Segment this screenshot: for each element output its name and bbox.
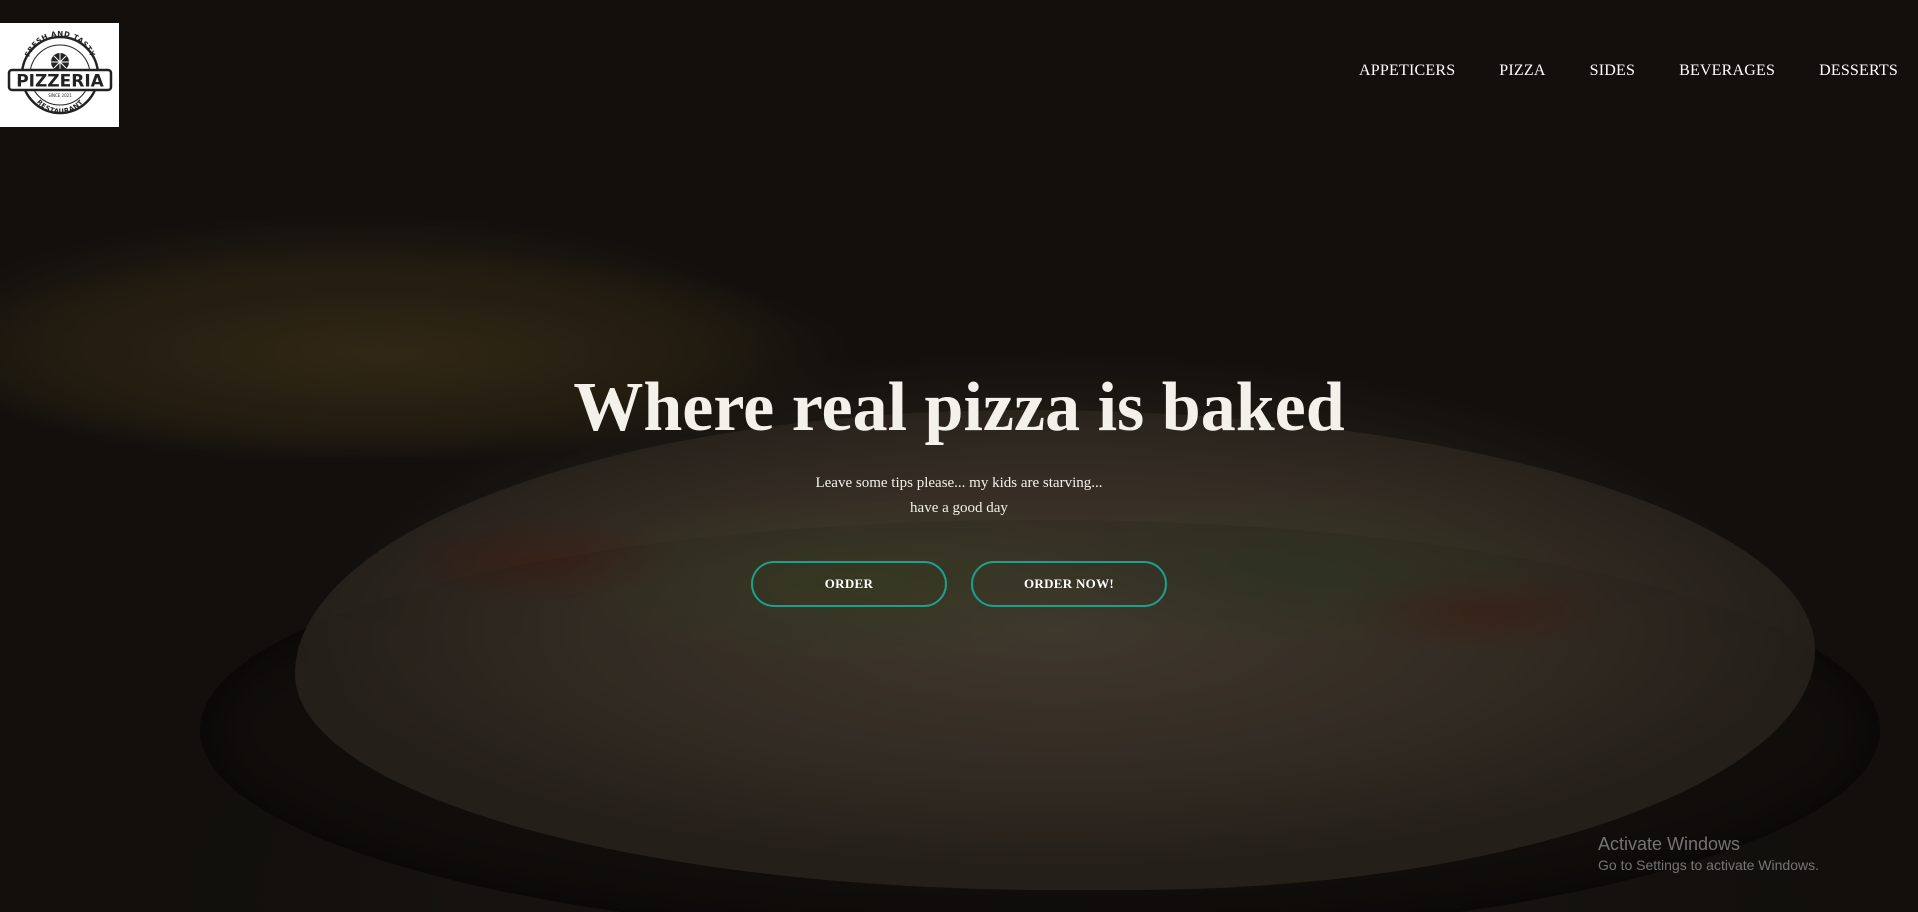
logo-main-text: PIZZERIA [16, 72, 104, 92]
nav-item-sides[interactable]: SIDES [1590, 62, 1635, 80]
logo-mid-text: SINCE 2021 [48, 93, 72, 98]
hero-title: Where real pizza is baked [573, 369, 1345, 446]
windows-activation-watermark: Activate Windows Go to Settings to activ… [1598, 833, 1819, 875]
nav-item-pizza[interactable]: PIZZA [1499, 62, 1545, 80]
watermark-title: Activate Windows [1598, 834, 1741, 854]
hero-subtitle-line1: Leave some tips please... my kids are st… [815, 475, 1103, 491]
nav-item-appeticers[interactable]: APPETICERS [1359, 62, 1455, 80]
hero-subtitle-line2: have a good day [910, 500, 1008, 516]
nav-item-beverages[interactable]: BEVERAGES [1679, 62, 1775, 80]
order-button[interactable]: ORDER [751, 561, 947, 607]
main-nav: APPETICERS PIZZA SIDES BEVERAGES DESSERT… [1359, 62, 1898, 80]
logo-bottom-text: RESTAURANT [35, 98, 84, 115]
nav-item-desserts[interactable]: DESSERTS [1819, 62, 1898, 80]
watermark-text: Go to Settings to activate Windows. [1598, 857, 1819, 873]
pizzeria-logo[interactable]: FRESH AND TASTY PIZZERIA SINCE 2021 REST… [0, 23, 119, 127]
svg-text:RESTAURANT: RESTAURANT [35, 98, 85, 115]
hero-content: Where real pizza is baked Leave some tip… [0, 365, 1918, 607]
hero-buttons: ORDER ORDER NOW! [0, 561, 1918, 607]
pizza-logo-icon: FRESH AND TASTY PIZZERIA SINCE 2021 REST… [7, 30, 112, 115]
hero-section: FRESH AND TASTY PIZZERIA SINCE 2021 REST… [0, 0, 1918, 912]
order-now-button[interactable]: ORDER NOW! [971, 561, 1167, 607]
